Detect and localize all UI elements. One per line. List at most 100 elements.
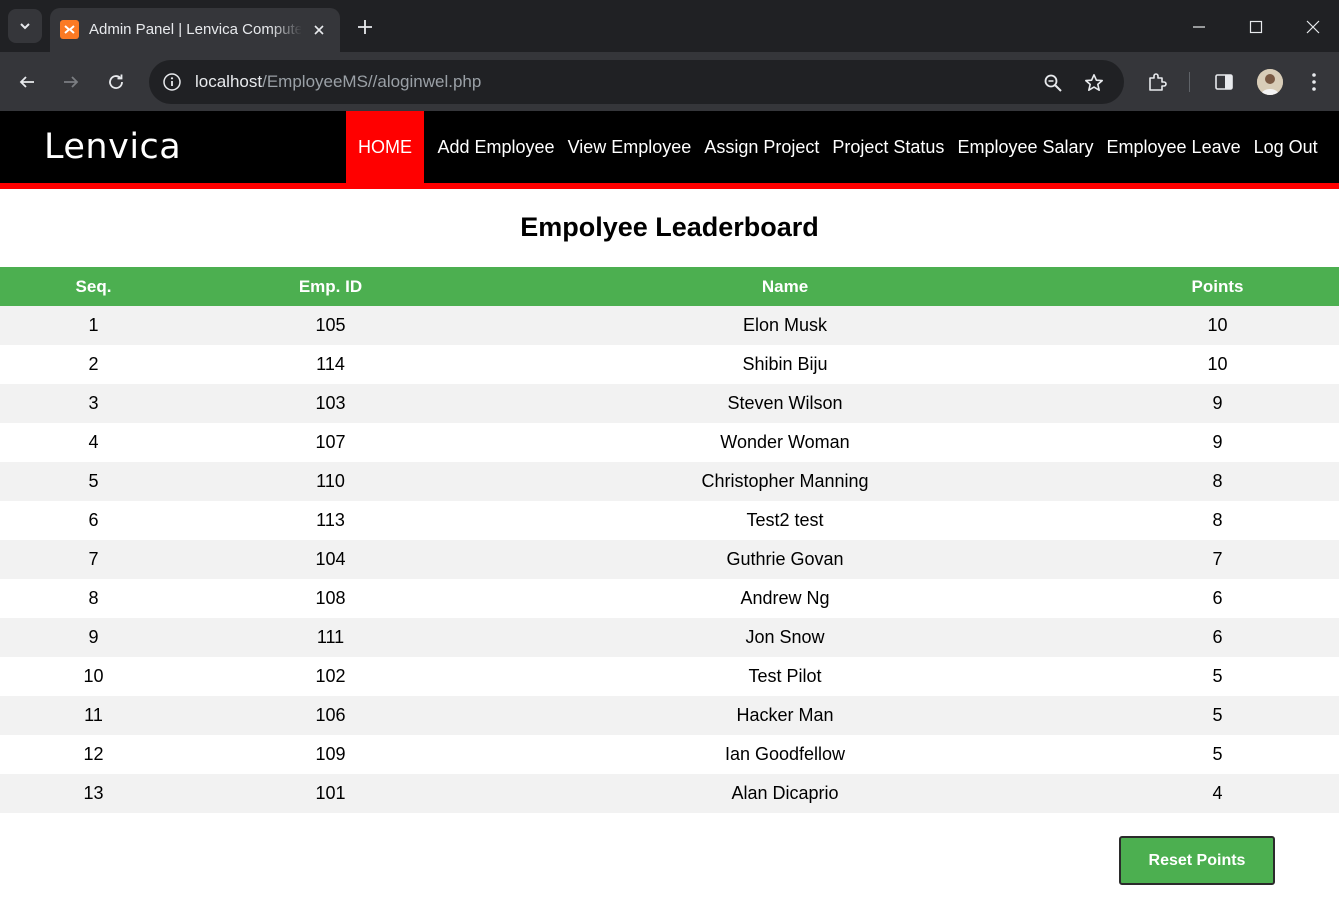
site-header: Lenvica HOME Add Employee View Employee Ass… [0,111,1339,189]
cell-emp-id: 110 [316,471,345,491]
cell-points: 5 [1212,705,1223,725]
table-row: 2 114 Shibin Biju 10 [0,345,1339,384]
nav-link-add-employee[interactable]: Add Employee [431,111,561,183]
cell-name: Elon Musk [742,315,828,335]
cell-emp-id: 107 [315,432,346,452]
browser-tab-active[interactable]: Admin Panel | Lenvica Computers [50,8,340,52]
cell-emp-id: 114 [316,354,345,374]
cell-points: 10 [1207,315,1228,335]
table-row: 6 113 Test2 test 8 [0,501,1339,540]
cell-name: Christopher Manning [701,471,869,491]
tab-search-button[interactable] [8,9,42,43]
column-header-emp-id: Emp. ID [187,267,474,306]
profile-avatar[interactable] [1257,69,1283,95]
table-row: 1 105 Elon Musk 10 [0,306,1339,345]
reset-points-button[interactable]: Reset Points [1119,836,1275,885]
cell-name: Hacker Man [736,705,834,725]
cell-name: Alan Dicaprio [731,783,839,803]
cell-points: 7 [1212,549,1223,569]
cell-emp-id: 104 [315,549,346,569]
cell-seq: 7 [88,549,99,569]
cell-seq: 4 [88,432,99,452]
cell-seq: 11 [84,705,103,725]
column-header-points: Points [1096,267,1339,306]
side-panel-icon[interactable] [1207,65,1241,99]
cell-seq: 1 [88,315,99,335]
browser-menu-icon[interactable] [1297,65,1331,99]
nav-link-employee-leave[interactable]: Employee Leave [1100,111,1247,183]
cell-points: 10 [1207,354,1228,374]
nav-link-view-employee[interactable]: View Employee [561,111,698,183]
table-row: 12 109 Ian Goodfellow 5 [0,735,1339,774]
cell-seq: 9 [88,627,99,647]
cell-points: 9 [1212,393,1223,413]
reload-icon[interactable] [99,65,133,99]
cell-emp-id: 102 [315,666,346,686]
table-row: 9 111 Jon Snow 6 [0,618,1339,657]
cell-name: Jon Snow [745,627,825,647]
main-nav: HOME Add Employee View Employee Assign Proj… [346,111,1324,183]
cell-emp-id: 111 [316,627,345,647]
table-row: 7 104 Guthrie Govan 7 [0,540,1339,579]
cell-emp-id: 106 [315,705,346,725]
table-row: 5 110 Christopher Manning 8 [0,462,1339,501]
url-text[interactable]: localhost/EmployeeMS//aloginwel.php [195,71,481,93]
maximize-icon[interactable] [1239,10,1273,44]
column-header-name: Name [474,267,1096,306]
address-bar[interactable]: localhost/EmployeeMS//aloginwel.php [149,60,1124,104]
tab-close-icon[interactable] [308,19,330,41]
window-close-icon[interactable] [1296,10,1330,44]
table-header-row: Seq. Emp. ID Name Points [0,267,1339,306]
table-row: 13 101 Alan Dicaprio 4 [0,774,1339,813]
cell-seq: 2 [88,354,99,374]
cell-seq: 6 [88,510,99,530]
cell-name: Steven Wilson [727,393,843,413]
cell-seq: 5 [88,471,99,491]
forward-arrow-icon[interactable] [54,65,88,99]
table-row: 4 107 Wonder Woman 9 [0,423,1339,462]
table-body: 1 105 Elon Musk 10 2 114 Shibin Biju 10 3 103 Stev… [0,306,1339,813]
leaderboard-table: Seq. Emp. ID Name Points 1 105 Elon Musk 10… [0,267,1339,813]
site-logo[interactable]: Lenvica [44,125,181,169]
cell-seq: 8 [88,588,99,608]
new-tab-plus-icon[interactable] [352,14,378,40]
back-arrow-icon[interactable] [10,65,44,99]
cell-emp-id: 108 [315,588,346,608]
cell-name: Andrew Ng [740,588,830,608]
table-row: 3 103 Steven Wilson 9 [0,384,1339,423]
table-row: 8 108 Andrew Ng 6 [0,579,1339,618]
site-info-icon[interactable] [159,69,185,95]
cell-points: 8 [1212,510,1223,530]
nav-link-project-status[interactable]: Project Status [826,111,951,183]
browser-toolbar: localhost/EmployeeMS//aloginwel.php [0,52,1339,111]
page-title: Empolyee Leaderboard [520,212,819,242]
browser-tab-strip: Admin Panel | Lenvica Computers [0,0,1339,52]
cell-points: 8 [1212,471,1223,491]
cell-seq: 13 [83,783,104,803]
minimize-icon[interactable] [1182,10,1216,44]
cell-name: Test2 test [746,510,824,530]
cell-points: 6 [1212,588,1223,608]
cell-points: 5 [1212,666,1223,686]
cell-emp-id: 109 [315,744,346,764]
column-header-seq: Seq. [0,267,187,306]
nav-link-log-out[interactable]: Log Out [1247,111,1324,183]
cell-emp-id: 113 [316,510,345,530]
cell-points: 5 [1212,744,1223,764]
cell-emp-id: 101 [315,783,346,803]
cell-name: Ian Goodfellow [724,744,846,764]
bookmark-star-icon[interactable] [1081,70,1107,96]
cell-name: Wonder Woman [720,432,850,452]
cell-emp-id: 105 [315,315,346,335]
nav-link-assign-project[interactable]: Assign Project [698,111,826,183]
table-row: 11 106 Hacker Man 5 [0,696,1339,735]
cell-seq: 12 [83,744,104,764]
cell-seq: 10 [83,666,104,686]
cell-points: 6 [1212,627,1223,647]
zoom-icon[interactable] [1040,70,1066,96]
cell-points: 9 [1212,432,1223,452]
nav-link-employee-salary[interactable]: Employee Salary [951,111,1100,183]
nav-link-home[interactable]: HOME [346,111,424,183]
extensions-puzzle-icon[interactable] [1140,65,1174,99]
cell-seq: 3 [88,393,99,413]
